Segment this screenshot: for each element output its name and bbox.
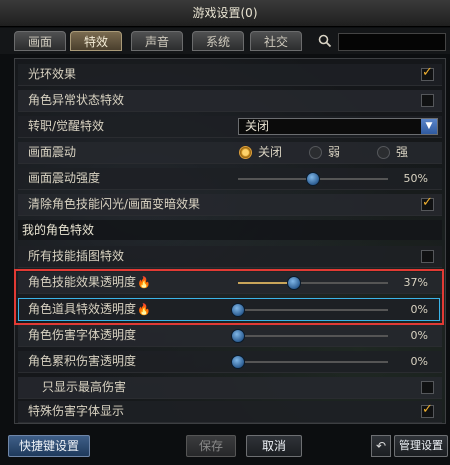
tab-social[interactable]: 社交 xyxy=(250,31,302,51)
clear-flash-label: 清除角色技能闪光/画面变暗效果 xyxy=(28,197,201,211)
setting-row-item-alpha: 角色道具特效透明度🔥 0% xyxy=(18,299,442,321)
special-damage-font-checkbox[interactable] xyxy=(421,402,434,418)
setting-row-special-damage-font: 特殊伤害字体显示 xyxy=(18,401,442,423)
max-damage-only-checkbox[interactable] xyxy=(421,381,434,394)
cancel-button[interactable]: 取消 xyxy=(246,435,302,457)
special-damage-font-label: 特殊伤害字体显示 xyxy=(28,404,125,418)
slider-knob[interactable] xyxy=(287,276,301,290)
all-skill-art-label: 所有技能插图特效 xyxy=(28,249,125,263)
shake-option-off[interactable]: 关闭 xyxy=(239,145,289,160)
shake-strength-slider[interactable] xyxy=(238,172,388,186)
aura-label: 光环效果 xyxy=(28,67,77,81)
tab-effects[interactable]: 特效 xyxy=(70,31,122,51)
flame-icon: 🔥 xyxy=(137,303,151,316)
chevron-down-icon[interactable]: ▼ xyxy=(421,119,437,134)
setting-row-abnormal: 角色异常状态特效 xyxy=(18,90,442,112)
manage-settings-button[interactable]: 管理设置 xyxy=(394,435,448,457)
awaken-select[interactable]: 关闭 ▼ xyxy=(238,118,438,135)
tab-sound[interactable]: 声音 xyxy=(131,31,183,51)
shake-label: 画面震动 xyxy=(28,145,77,159)
damage-font-alpha-label: 角色伤害字体透明度 xyxy=(28,328,137,342)
setting-row-awaken: 转职/觉醒特效 关闭 ▼ xyxy=(18,116,442,138)
tab-system[interactable]: 系统 xyxy=(192,31,244,51)
accum-damage-alpha-value: 0% xyxy=(410,355,428,368)
setting-row-max-damage-only: 只显示最高伤害 xyxy=(18,377,442,399)
shortcut-settings-button[interactable]: 快捷键设置 xyxy=(8,435,90,457)
setting-row-clear-flash: 清除角色技能闪光/画面变暗效果 xyxy=(18,194,442,216)
damage-font-alpha-slider[interactable] xyxy=(231,329,388,343)
slider-fill xyxy=(238,282,294,284)
footer-bar: 快捷键设置 保存 取消 ↶ 管理设置 xyxy=(0,432,450,465)
radio-icon xyxy=(239,146,252,159)
accum-damage-alpha-slider[interactable] xyxy=(231,355,388,369)
slider-knob[interactable] xyxy=(231,303,245,317)
search-input[interactable] xyxy=(338,33,446,51)
skill-alpha-label: 角色技能效果透明度🔥 xyxy=(28,275,151,289)
all-skill-art-checkbox[interactable] xyxy=(421,250,434,263)
setting-row-aura: 光环效果 xyxy=(18,64,442,86)
save-button[interactable]: 保存 xyxy=(186,435,236,457)
setting-row-accum-damage-alpha: 角色累积伤害透明度 0% xyxy=(18,351,442,373)
shake-option-strong[interactable]: 强 xyxy=(377,145,417,160)
abnormal-checkbox[interactable] xyxy=(421,94,434,107)
clear-flash-checkbox[interactable] xyxy=(421,195,434,211)
setting-row-skill-alpha: 角色技能效果透明度🔥 37% xyxy=(18,272,442,294)
damage-font-alpha-value: 0% xyxy=(410,329,428,342)
slider-knob[interactable] xyxy=(231,329,245,343)
accum-damage-alpha-label: 角色累积伤害透明度 xyxy=(28,354,137,368)
radio-icon xyxy=(377,146,390,159)
slider-knob[interactable] xyxy=(306,172,320,186)
item-alpha-value: 0% xyxy=(410,303,428,316)
shake-strength-label: 画面震动强度 xyxy=(28,171,101,185)
window-title: 游戏设置(0) xyxy=(0,0,450,27)
max-damage-only-label: 只显示最高伤害 xyxy=(42,380,127,394)
slider-knob[interactable] xyxy=(231,355,245,369)
skill-alpha-slider[interactable] xyxy=(238,276,388,290)
tab-display[interactable]: 画面 xyxy=(14,31,66,51)
item-alpha-label: 角色道具特效透明度🔥 xyxy=(28,302,151,316)
section-header-my-character: 我的角色特效 xyxy=(18,220,442,240)
search-icon[interactable] xyxy=(316,34,334,52)
aura-checkbox[interactable] xyxy=(421,65,434,81)
setting-row-all-skill-art: 所有技能插图特效 xyxy=(18,246,442,268)
tab-bar: 画面 特效 声音 系统 社交 xyxy=(0,28,450,54)
undo-icon[interactable]: ↶ xyxy=(371,435,391,457)
radio-icon xyxy=(309,146,322,159)
awaken-label: 转职/觉醒特效 xyxy=(28,119,105,133)
shake-option-weak[interactable]: 弱 xyxy=(309,145,349,160)
setting-row-damage-font-alpha: 角色伤害字体透明度 0% xyxy=(18,325,442,347)
setting-row-shake: 画面震动 关闭 弱 强 xyxy=(18,142,442,164)
skill-alpha-value: 37% xyxy=(403,276,428,289)
setting-row-shake-strength: 画面震动强度 50% xyxy=(18,168,442,190)
flame-icon: 🔥 xyxy=(137,276,151,289)
awaken-select-value: 关闭 xyxy=(245,119,270,133)
abnormal-label: 角色异常状态特效 xyxy=(28,93,125,107)
effects-settings-panel: 光环效果 角色异常状态特效 转职/觉醒特效 关闭 ▼ 画面震动 关闭 弱 强 画… xyxy=(14,58,446,424)
item-alpha-slider[interactable] xyxy=(231,303,388,317)
shake-strength-value: 50% xyxy=(403,172,428,185)
